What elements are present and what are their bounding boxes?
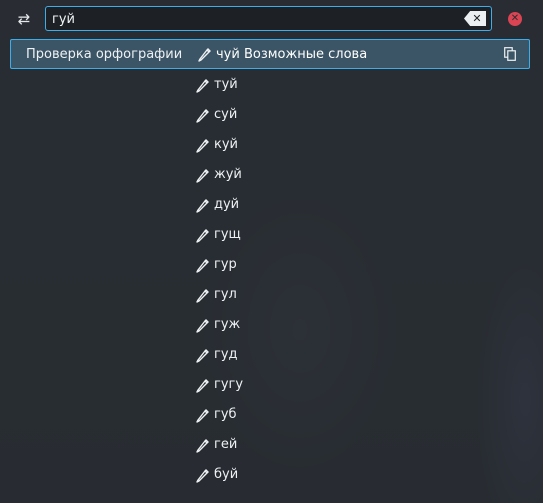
list-item-label: суй — [214, 107, 238, 122]
list-item[interactable]: гугу — [0, 370, 543, 400]
list-item[interactable]: дуй — [0, 190, 543, 220]
list-item-label: туй — [214, 77, 238, 92]
pencil-icon — [196, 469, 209, 483]
result-suggestion-text: чуй Возможные слова — [216, 47, 368, 62]
list-item-label: гугу — [214, 377, 244, 392]
list-item[interactable]: буй — [0, 460, 543, 490]
pencil-icon — [196, 169, 209, 183]
search-input[interactable] — [50, 9, 454, 30]
list-item-label: жуй — [214, 167, 242, 182]
pencil-icon — [196, 289, 209, 303]
pencil-icon — [196, 139, 209, 153]
pencil-icon — [196, 109, 209, 123]
list-item[interactable]: туй — [0, 70, 543, 100]
list-item-label: гей — [214, 437, 238, 452]
search-field[interactable]: ✕ — [45, 6, 492, 31]
pencil-icon — [196, 319, 209, 333]
list-item[interactable]: жуй — [0, 160, 543, 190]
list-item[interactable]: суй — [0, 100, 543, 130]
list-item[interactable]: гущ — [0, 220, 543, 250]
list-item[interactable]: гур — [0, 250, 543, 280]
list-item-label: губ — [214, 407, 237, 422]
result-category-label: Проверка орфографии — [26, 47, 183, 62]
result-row-selected[interactable]: Проверка орфографии чуй Возможные слова — [10, 39, 530, 69]
pencil-icon — [198, 48, 211, 62]
list-item-label: гул — [214, 287, 237, 302]
list-item[interactable]: куй — [0, 130, 543, 160]
pencil-icon — [196, 379, 209, 393]
list-item[interactable]: гей — [0, 430, 543, 460]
pencil-icon — [196, 229, 209, 243]
list-item-label: гуж — [214, 317, 241, 332]
list-item-label: куй — [214, 137, 238, 152]
list-item-label: гур — [214, 257, 237, 272]
list-item-label: дуй — [214, 197, 240, 212]
list-item[interactable]: гул — [0, 280, 543, 310]
pencil-icon — [196, 79, 209, 93]
clear-text-button[interactable]: ✕ — [464, 11, 486, 26]
pencil-icon — [196, 439, 209, 453]
list-item-label: гущ — [214, 227, 241, 242]
list-item-label: гуд — [214, 347, 238, 362]
krunner-panel: ⇄ ✕ ✕ Проверка орфографии чуй Возможные … — [0, 0, 543, 503]
pencil-icon — [196, 409, 209, 423]
list-item-label: буй — [214, 467, 239, 482]
pencil-icon — [196, 199, 209, 213]
search-bar-row: ⇄ ✕ ✕ — [0, 0, 543, 38]
list-item[interactable]: гуж — [0, 310, 543, 340]
close-button[interactable]: ✕ — [508, 12, 522, 26]
list-item[interactable]: губ — [0, 400, 543, 430]
list-item[interactable]: гуд — [0, 340, 543, 370]
pencil-icon — [196, 349, 209, 363]
pencil-icon — [196, 259, 209, 273]
copy-icon[interactable] — [504, 47, 516, 61]
configure-icon[interactable]: ⇄ — [14, 9, 34, 29]
